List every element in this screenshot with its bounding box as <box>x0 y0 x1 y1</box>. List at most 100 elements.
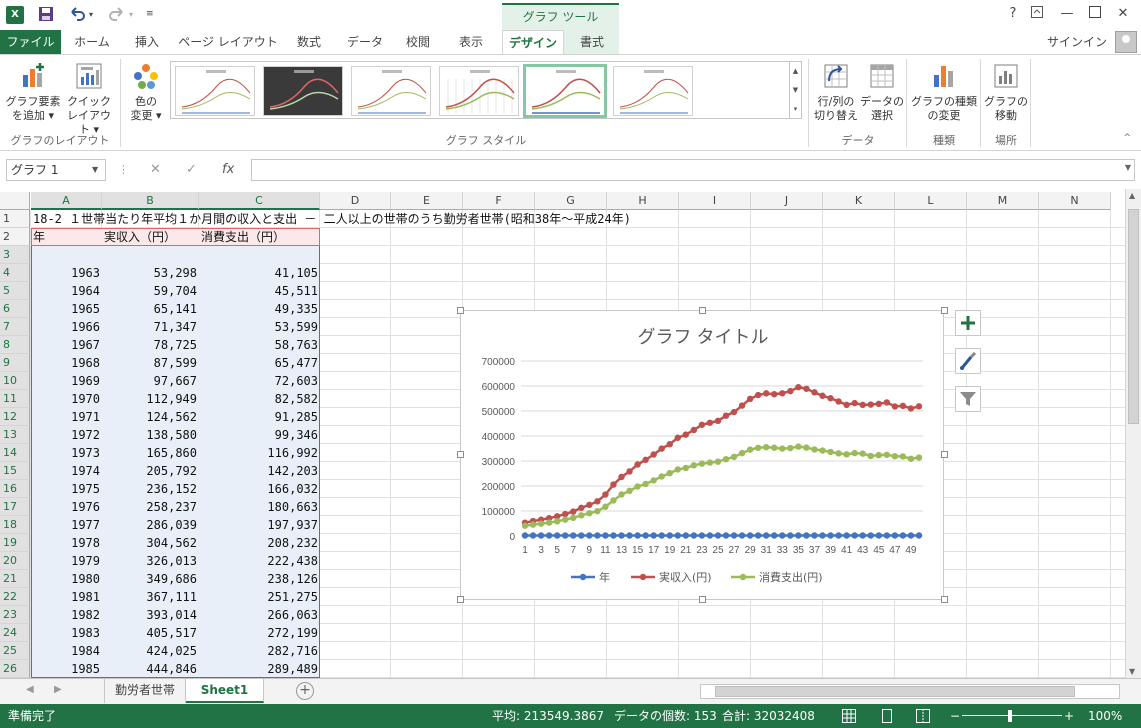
column-header-m[interactable]: M <box>967 192 1039 210</box>
row-header[interactable]: 10 <box>0 372 30 390</box>
data-point[interactable] <box>698 532 706 539</box>
data-point[interactable] <box>594 532 601 539</box>
normal-view-icon[interactable] <box>842 704 856 728</box>
data-point[interactable] <box>819 532 826 539</box>
data-point[interactable] <box>795 532 802 539</box>
excel-app-icon[interactable]: X <box>6 6 24 24</box>
table-cell[interactable]: 112,949 <box>102 390 199 408</box>
column-header-k[interactable]: K <box>823 192 895 210</box>
zoom-in-icon[interactable]: + <box>1064 704 1074 728</box>
row-header[interactable]: 18 <box>0 516 30 534</box>
table-cell[interactable]: 1984 <box>31 642 102 660</box>
table-cell[interactable]: 138,580 <box>102 426 199 444</box>
data-point[interactable] <box>915 454 923 461</box>
row-header[interactable]: 24 <box>0 624 30 642</box>
table-cell[interactable]: 53,298 <box>102 264 199 282</box>
data-point[interactable] <box>570 532 577 539</box>
table-cell[interactable]: 304,562 <box>102 534 199 552</box>
vertical-scroll-thumb[interactable] <box>1128 209 1139 424</box>
collapse-ribbon-icon[interactable]: ^ <box>1123 133 1131 143</box>
table-cell[interactable]: 289,489 <box>199 660 320 678</box>
data-point[interactable] <box>706 419 714 426</box>
data-point[interactable] <box>891 532 899 539</box>
chart-style-6[interactable] <box>613 66 693 116</box>
chart-handle-bottom[interactable] <box>699 596 706 603</box>
ribbon-display-options-icon[interactable] <box>1027 6 1047 22</box>
data-point[interactable] <box>545 519 553 526</box>
tab-formulas[interactable]: 数式 <box>284 30 334 54</box>
data-point[interactable] <box>642 480 649 488</box>
data-point[interactable] <box>811 532 818 539</box>
data-point[interactable] <box>859 450 866 457</box>
redo-icon[interactable] <box>108 6 126 26</box>
row-header[interactable]: 6 <box>0 300 30 318</box>
table-cell[interactable]: 367,111 <box>102 588 199 606</box>
row-header[interactable]: 1 <box>0 210 30 228</box>
page-break-view-icon[interactable] <box>916 704 930 728</box>
table-cell[interactable]: 49,335 <box>199 300 320 318</box>
row-header[interactable]: 8 <box>0 336 30 354</box>
data-point[interactable] <box>578 504 585 511</box>
table-cell[interactable]: 197,937 <box>199 516 320 534</box>
zoom-out-icon[interactable]: − <box>950 704 960 728</box>
data-point[interactable] <box>827 532 834 539</box>
data-point[interactable] <box>787 532 794 539</box>
data-point[interactable] <box>875 400 882 408</box>
row-header[interactable]: 11 <box>0 390 30 408</box>
table-cell[interactable]: 1969 <box>31 372 102 390</box>
table-cell[interactable]: 1973 <box>31 444 102 462</box>
data-point[interactable] <box>618 532 625 539</box>
table-cell[interactable]: 405,517 <box>102 624 199 642</box>
add-sheet-icon[interactable]: + <box>296 682 314 700</box>
data-point[interactable] <box>851 449 858 457</box>
table-cell[interactable]: 208,232 <box>199 534 320 552</box>
data-point[interactable] <box>570 514 577 522</box>
header-spending[interactable]: 消費支出（円） <box>199 228 320 246</box>
data-point[interactable] <box>867 401 874 408</box>
data-point[interactable] <box>626 487 633 495</box>
row-header[interactable]: 26 <box>0 660 30 678</box>
table-cell[interactable]: 272,199 <box>199 624 320 642</box>
column-header-j[interactable]: J <box>751 192 823 210</box>
row-header[interactable]: 23 <box>0 606 30 624</box>
data-point[interactable] <box>658 532 665 539</box>
data-point[interactable] <box>779 390 786 397</box>
table-cell[interactable]: 349,686 <box>102 570 199 588</box>
signin-link[interactable]: サインイン <box>1047 30 1107 54</box>
gallery-scroll-up-icon[interactable]: ▲ <box>789 62 801 81</box>
row-header[interactable]: 25 <box>0 642 30 660</box>
chart-handle-bottom-left[interactable] <box>457 596 464 603</box>
row-header[interactable]: 5 <box>0 282 30 300</box>
data-point[interactable] <box>730 532 738 539</box>
help-button[interactable]: ? <box>1003 6 1023 21</box>
close-icon[interactable]: ✕ <box>1113 6 1133 21</box>
change-chart-type-button[interactable]: グラフの種類 の変更 <box>910 61 978 123</box>
data-point[interactable] <box>738 532 746 539</box>
customize-qat-icon[interactable]: ≡ <box>146 9 154 19</box>
sheet-tab-sheet1[interactable]: Sheet1 <box>186 679 264 703</box>
data-point[interactable] <box>746 395 754 403</box>
table-cell[interactable]: 1983 <box>31 624 102 642</box>
table-cell[interactable]: 116,992 <box>199 444 320 462</box>
data-point[interactable] <box>553 532 561 539</box>
row-header[interactable]: 17 <box>0 498 30 516</box>
data-point[interactable] <box>763 390 770 397</box>
data-point[interactable] <box>537 520 545 527</box>
data-point[interactable] <box>626 468 633 475</box>
column-header-e[interactable]: E <box>391 192 463 210</box>
chart-style-5-selected[interactable] <box>523 64 607 118</box>
data-point[interactable] <box>714 532 722 539</box>
row-header[interactable]: 19 <box>0 534 30 552</box>
data-point[interactable] <box>746 532 754 539</box>
data-point[interactable] <box>835 532 842 539</box>
table-cell[interactable]: 45,511 <box>199 282 320 300</box>
data-point[interactable] <box>907 532 915 539</box>
tab-view[interactable]: 表示 <box>446 30 496 54</box>
column-header-i[interactable]: I <box>679 192 751 210</box>
data-point[interactable] <box>698 460 706 467</box>
chart-handle-bottom-right[interactable] <box>941 596 948 603</box>
row-header[interactable]: 22 <box>0 588 30 606</box>
table-cell[interactable]: 444,846 <box>102 660 199 678</box>
gallery-scroll-down-icon[interactable]: ▼ <box>789 81 801 100</box>
data-point[interactable] <box>562 532 569 539</box>
